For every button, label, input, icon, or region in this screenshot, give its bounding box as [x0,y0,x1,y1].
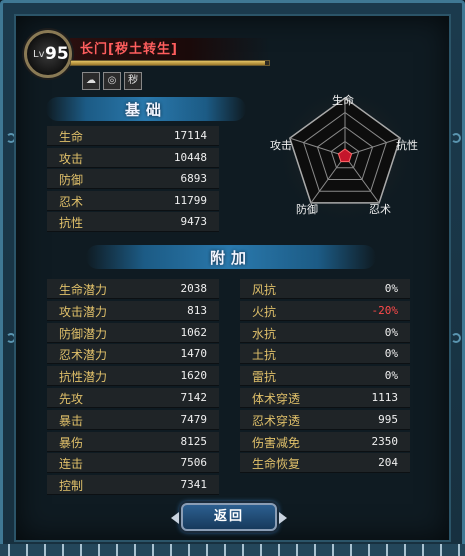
stat-row: 暴伤 8125 [47,431,219,452]
basic-section-title: 基础 [124,101,167,119]
stat-row: 防御 6893 [47,169,219,189]
stat-label: 体术穿透 [252,392,301,406]
stat-value: 0% [384,325,398,339]
stat-row: 攻击潜力 813 [47,300,219,321]
stat-row: 攻击 10448 [47,147,219,168]
stat-row: 雷抗 0% [240,366,410,387]
stat-label: 暴击 [59,413,84,428]
stat-row: 忍术 11799 [47,190,219,211]
stat-label: 防御 [59,173,84,187]
stat-row: 控制 7341 [47,475,219,496]
basic-section-banner: 基础 [46,97,246,121]
stat-row: 水抗 0% [240,322,410,343]
stat-row: 暴击 7479 [47,409,219,430]
uchiha-symbol-icon[interactable]: 秽 [124,72,142,90]
stat-value: 2350 [371,434,399,448]
stat-value: 1620 [180,369,208,383]
stat-label: 忍术潜力 [59,348,108,363]
stat-value: 11799 [173,193,207,207]
stat-value: 9473 [180,215,208,228]
extra-section-banner: 附加 [86,245,376,269]
stat-row: 生命 17114 [47,126,219,146]
stat-value: 813 [187,303,207,317]
stat-value: 8125 [180,434,208,448]
stat-label: 连击 [59,457,84,472]
stat-label: 生命潜力 [59,283,108,297]
stat-row: 生命潜力 2038 [47,279,219,299]
stat-row: 伤害减免 2350 [240,431,410,452]
stat-value: 1470 [180,347,208,361]
stat-label: 抗性 [59,216,84,230]
level-badge: Lv 95 [24,30,72,78]
stat-label: 土抗 [252,348,277,363]
wind-swirl-icon[interactable]: ☁ [82,72,100,90]
stat-value: -20% [371,303,399,317]
stat-label: 忍术 [59,194,84,209]
stat-label: 水抗 [252,326,277,341]
stat-label: 火抗 [252,304,277,319]
character-name: 长门[秽土转生] [80,42,178,57]
stat-value: 0% [384,347,398,361]
stat-label: 伤害减免 [252,435,301,450]
radar-label-defense: 防御 [296,203,318,216]
stat-value: 1113 [371,391,399,404]
stat-row: 先攻 7142 [47,388,219,408]
radar-label-attack: 攻击 [270,139,292,152]
stat-label: 攻击潜力 [59,304,108,319]
stat-label: 生命恢复 [252,457,301,472]
stat-value: 7341 [180,478,208,492]
stat-label: 生命 [59,130,84,144]
extra-section-title: 附加 [209,249,252,267]
stat-value: 995 [378,412,398,426]
stat-row: 风抗 0% [240,279,410,299]
return-button[interactable]: 返回 [171,503,287,531]
stat-value: 7506 [180,456,208,470]
stat-row: 连击 7506 [47,453,219,474]
stat-value: 7479 [180,412,208,426]
stat-row: 抗性 9473 [47,212,219,232]
stat-label: 先攻 [59,392,84,406]
stat-label: 忍术穿透 [252,413,301,428]
stat-value: 6893 [180,172,208,185]
stat-value: 2038 [180,282,208,295]
stat-row: 火抗 -20% [240,300,410,321]
stat-row: 忍术穿透 995 [240,409,410,430]
stat-value: 10448 [173,150,207,164]
stat-row: 忍术潜力 1470 [47,344,219,365]
stat-label: 抗性潜力 [59,370,108,385]
stat-label: 控制 [59,479,84,494]
level-prefix: Lv [33,49,45,60]
stat-label: 雷抗 [252,370,277,385]
stat-value: 17114 [173,129,207,142]
experience-bar-fill [71,61,266,65]
stat-value: 204 [378,456,398,470]
radar-label-resist: 抗性 [396,139,418,152]
stat-label: 攻击 [59,151,84,166]
stat-row: 体术穿透 1113 [240,388,410,408]
stat-row: 抗性潜力 1620 [47,366,219,387]
spiral-icon[interactable]: ◎ [103,72,121,90]
stat-label: 风抗 [252,283,277,297]
swirl-decoration-icon [451,133,461,143]
stat-value: 0% [384,282,398,295]
bottom-border-decoration [0,544,465,556]
stat-row: 土抗 0% [240,344,410,365]
stat-value: 1062 [180,325,208,339]
radar-label-ninjutsu: 忍术 [369,203,391,216]
stat-label: 防御潜力 [59,326,108,341]
stat-label: 暴伤 [59,435,84,450]
radar-label-hp: 生命 [332,94,354,107]
stat-value: 7142 [180,391,208,404]
attribute-radar-chart: 生命 抗性 忍术 防御 攻击 [262,84,432,224]
stat-row: 生命恢复 204 [240,453,410,474]
experience-bar [70,60,270,66]
swirl-decoration-icon [451,333,461,343]
stat-row: 防御潜力 1062 [47,322,219,343]
stat-value: 0% [384,369,398,383]
level-number: 95 [45,44,69,64]
